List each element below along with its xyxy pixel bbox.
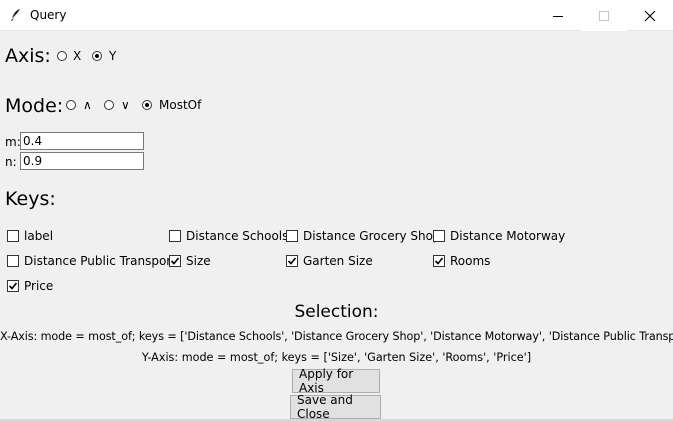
n-label: n: — [5, 155, 17, 169]
mode-radio-or-label: ∨ — [121, 98, 130, 112]
title-bar: Query — [0, 0, 673, 31]
key-checkbox-rooms[interactable] — [433, 255, 445, 267]
mode-radio-and-label: ∧ — [83, 98, 92, 112]
key-checkbox-price[interactable] — [7, 280, 19, 292]
x-axis-summary: X-Axis: mode = most_of; keys = ['Distanc… — [0, 330, 673, 343]
mode-radio-or[interactable] — [104, 100, 114, 110]
checkmark-icon — [170, 257, 180, 265]
axis-radio-y-label: Y — [109, 49, 117, 63]
m-input[interactable]: 0.4 — [20, 132, 144, 150]
key-label-rooms: Rooms — [450, 254, 491, 268]
key-label-label: label — [24, 229, 54, 243]
checkmark-icon — [434, 257, 444, 265]
key-label-distance-schools: Distance Schools — [186, 229, 289, 243]
key-checkbox-distance-schools[interactable] — [169, 230, 181, 242]
n-input[interactable]: 0.9 — [20, 152, 144, 170]
mode-radio-mostof-label: MostOf — [159, 98, 202, 112]
key-checkbox-size[interactable] — [169, 255, 181, 267]
checkmark-icon — [287, 257, 297, 265]
m-label: m: — [5, 135, 21, 149]
y-axis-summary: Y-Axis: mode = most_of; keys = ['Size', … — [141, 351, 532, 364]
close-icon — [644, 10, 656, 21]
keys-label: Keys: — [5, 188, 56, 210]
key-checkbox-distance-motorway[interactable] — [433, 230, 445, 242]
window-title: Query — [30, 8, 67, 22]
maximize-icon — [599, 10, 609, 21]
key-label-distance-motorway: Distance Motorway — [450, 229, 566, 243]
maximize-button[interactable] — [581, 0, 627, 31]
minimize-icon — [553, 15, 563, 17]
close-button[interactable] — [627, 0, 673, 31]
mode-label: Mode: — [5, 95, 64, 117]
key-checkbox-label[interactable] — [7, 230, 19, 242]
key-label-distance-grocery-shop: Distance Grocery Shop — [303, 229, 441, 243]
key-checkbox-distance-public-transport[interactable] — [7, 255, 19, 267]
mode-radio-mostof[interactable] — [142, 100, 152, 110]
key-label-size: Size — [186, 254, 211, 268]
save-and-close-button[interactable]: Save and Close — [290, 393, 381, 421]
key-checkbox-garten-size[interactable] — [286, 255, 298, 267]
axis-radio-x[interactable] — [57, 51, 67, 61]
selection-heading: Selection: — [294, 302, 379, 322]
checkmark-icon — [8, 282, 18, 290]
minimize-button-2[interactable] — [535, 0, 581, 31]
key-label-price: Price — [24, 279, 54, 293]
key-checkbox-distance-grocery-shop[interactable] — [286, 230, 298, 242]
key-label-distance-public-transport: Distance Public Transport — [24, 254, 176, 268]
feather-icon — [8, 7, 24, 23]
axis-label: Axis: — [5, 45, 51, 67]
axis-radio-x-label: X — [73, 49, 82, 63]
mode-radio-and[interactable] — [66, 100, 76, 110]
axis-radio-y[interactable] — [92, 51, 102, 61]
key-label-garten-size: Garten Size — [303, 254, 373, 268]
apply-for-axis-button[interactable]: Apply for Axis — [292, 367, 380, 395]
